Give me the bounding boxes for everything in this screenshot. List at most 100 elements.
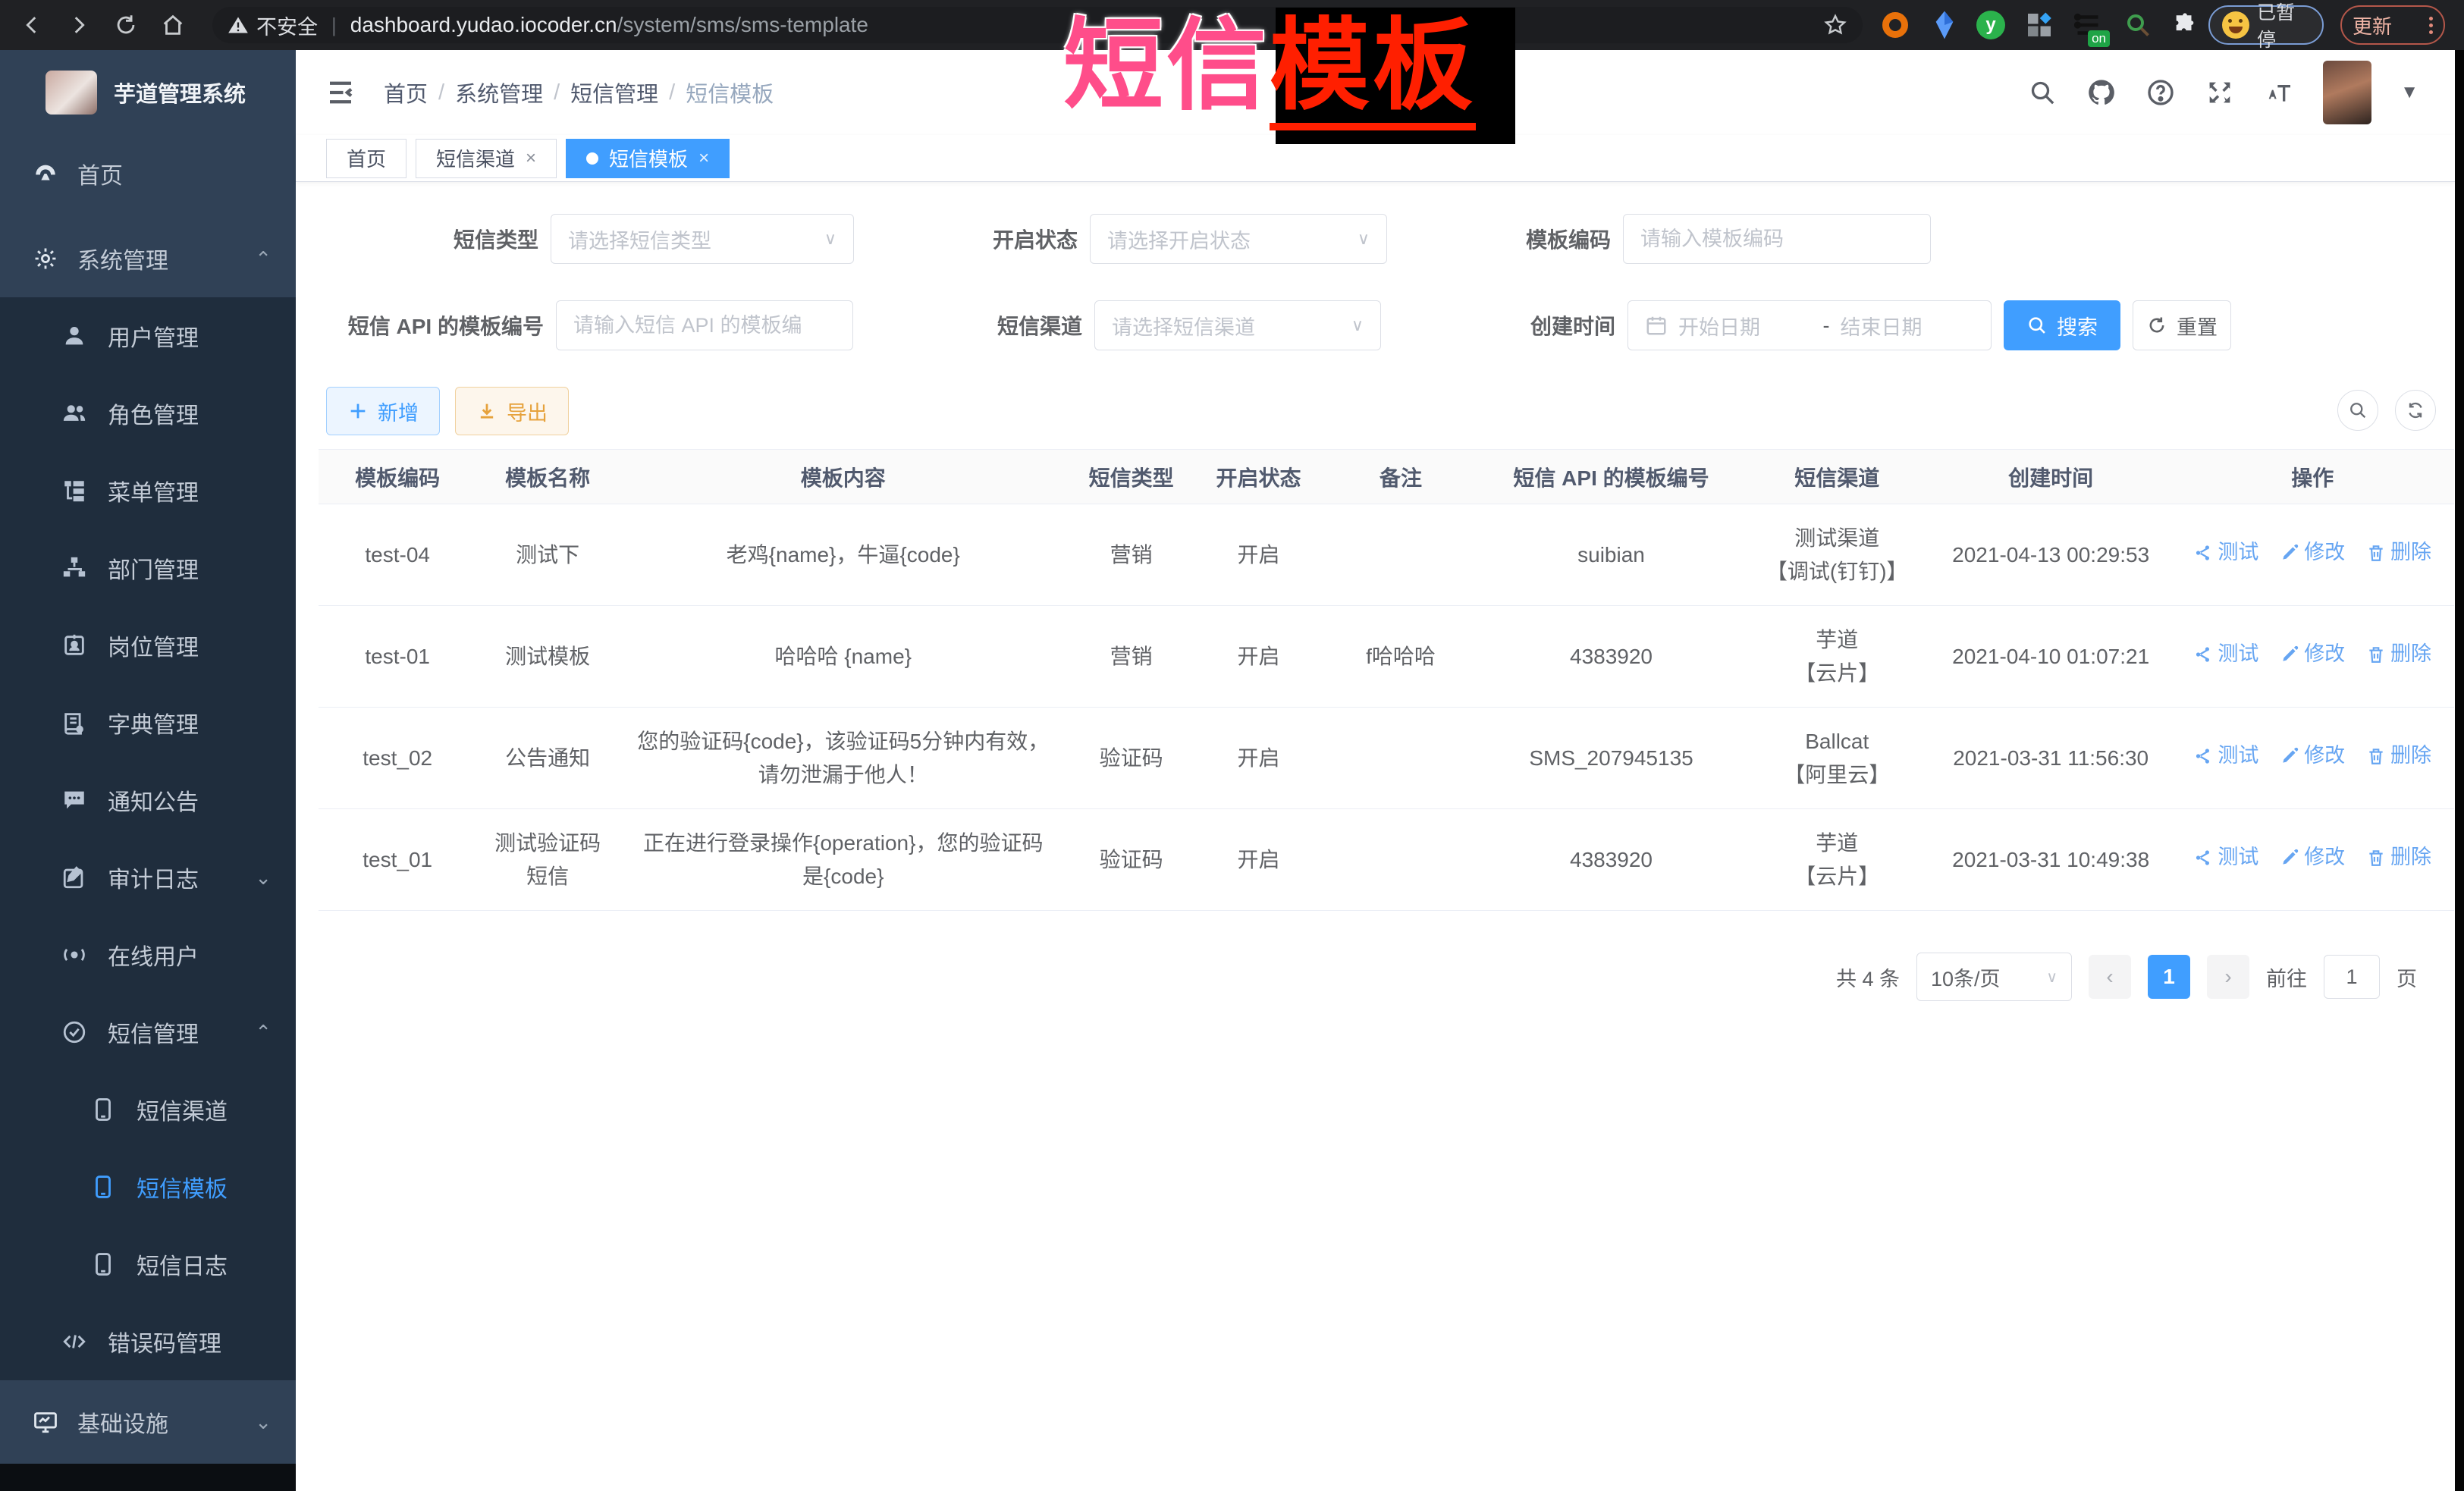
sidebar-item-users[interactable]: 用户管理 (0, 297, 296, 375)
chevron-down-icon: ∨ (1358, 229, 1370, 249)
sidebar: 芋道管理系统 首页 系统管理 ⌃ 用户管理 角色管理 菜单管理 部门管理 岗位管… (0, 50, 296, 1491)
sidebar-item-menus[interactable]: 菜单管理 (0, 452, 296, 529)
security-label: 不安全 (256, 11, 318, 40)
search-icon (2347, 400, 2368, 421)
sidebar-item-online-users[interactable]: 在线用户 (0, 916, 296, 993)
prev-page-button[interactable]: ‹ (2089, 955, 2131, 999)
date-range-picker[interactable]: 开始日期 - 结束日期 (1627, 300, 1992, 350)
dashboard-icon (32, 160, 59, 187)
delete-link[interactable]: 删除 (2366, 842, 2431, 874)
edit-link[interactable]: 修改 (2280, 537, 2345, 569)
sidebar-item-infrastructure[interactable]: 基础设施 ⌄ (0, 1380, 296, 1464)
sidebar-item-sms[interactable]: 短信管理 ⌃ (0, 993, 296, 1071)
reload-icon[interactable] (111, 10, 141, 40)
online-users-icon (61, 941, 88, 968)
search-button[interactable]: 搜索 (2004, 300, 2120, 350)
extension-icon-tabs[interactable]: on (2072, 9, 2104, 41)
page-unit-label: 页 (2397, 962, 2417, 992)
export-button[interactable]: 导出 (455, 387, 569, 435)
test-link[interactable]: 测试 (2193, 740, 2258, 772)
github-icon[interactable] (2086, 77, 2117, 108)
close-icon[interactable]: × (526, 148, 536, 169)
bookmark-star-icon[interactable] (1823, 13, 1847, 37)
chevron-down-icon[interactable]: ▼ (2400, 82, 2418, 103)
browser-profile-chip[interactable]: 已暂停 (2208, 5, 2324, 45)
refresh-table-button[interactable] (2395, 390, 2436, 431)
search-toggle-button[interactable] (2337, 390, 2378, 431)
collapse-sidebar-button[interactable] (325, 77, 356, 108)
close-icon[interactable]: × (698, 148, 709, 169)
tab-sms-template[interactable]: 短信模板 × (566, 139, 730, 178)
help-icon[interactable] (2145, 77, 2176, 108)
chevron-down-icon: ∨ (1351, 315, 1364, 335)
test-link[interactable]: 测试 (2193, 639, 2258, 670)
chevron-down-icon: ⌄ (255, 866, 272, 890)
goto-page-input[interactable] (2324, 955, 2380, 999)
next-page-button[interactable]: › (2207, 955, 2249, 999)
trash-icon (2366, 543, 2386, 563)
home-icon[interactable] (158, 10, 188, 40)
breadcrumb-sms[interactable]: 短信管理 (570, 77, 658, 108)
fullscreen-icon[interactable] (2205, 77, 2235, 108)
api-template-id-input[interactable] (556, 300, 853, 350)
tab-home[interactable]: 首页 (326, 139, 406, 178)
audit-log-icon (61, 864, 88, 891)
extension-icon-grid[interactable] (2023, 9, 2055, 41)
back-icon[interactable] (17, 10, 47, 40)
edit-icon (2280, 543, 2299, 563)
sidebar-item-sms-template[interactable]: 短信模板 (0, 1148, 296, 1226)
filter-api-template-id: 短信 API 的模板编号 (339, 300, 853, 350)
sidebar-item-departments[interactable]: 部门管理 (0, 529, 296, 607)
sidebar-item-dictionary[interactable]: 字典管理 (0, 684, 296, 761)
filter-sms-type: 短信类型 请选择短信类型 ∨ (440, 214, 854, 264)
template-code-input[interactable] (1623, 214, 1931, 264)
pagination: 共 4 条 10条/页 ∨ ‹ 1 › 前往 页 (1836, 953, 2417, 1001)
current-page-button[interactable]: 1 (2148, 955, 2190, 999)
chevron-down-icon: ∨ (824, 229, 837, 249)
sidebar-item-sms-channel[interactable]: 短信渠道 (0, 1071, 296, 1148)
breadcrumb-home[interactable]: 首页 (384, 77, 428, 108)
sms-type-select[interactable]: 请选择短信类型 ∨ (551, 214, 854, 264)
extension-icon-green-y[interactable]: y (1975, 9, 2007, 41)
sidebar-item-error-codes[interactable]: 错误码管理 (0, 1303, 296, 1380)
delete-link[interactable]: 删除 (2366, 537, 2431, 569)
filter-status: 开启状态 请选择开启状态 ∨ (979, 214, 1387, 264)
test-link[interactable]: 测试 (2193, 537, 2258, 569)
edit-link[interactable]: 修改 (2280, 639, 2345, 670)
edit-link[interactable]: 修改 (2280, 842, 2345, 874)
sidebar-item-system[interactable]: 系统管理 ⌃ (0, 220, 296, 297)
user-avatar[interactable] (2323, 61, 2371, 124)
plus-icon (347, 400, 369, 422)
reset-button[interactable]: 重置 (2133, 300, 2231, 350)
shield-check-icon (61, 1019, 88, 1046)
extension-icon-orange[interactable] (1879, 9, 1911, 41)
address-bar[interactable]: 不安全 | dashboard.yudao.iocoder.cn/system/… (212, 7, 1863, 43)
sidebar-item-notices[interactable]: 通知公告 (0, 761, 296, 839)
test-link[interactable]: 测试 (2193, 842, 2258, 874)
sidebar-item-sms-log[interactable]: 短信日志 (0, 1226, 296, 1303)
add-button[interactable]: 新增 (326, 387, 440, 435)
extension-icon-magnifier[interactable] (2122, 9, 2154, 41)
channel-select[interactable]: 请选择短信渠道 ∨ (1094, 300, 1381, 350)
code-icon (61, 1328, 88, 1355)
sidebar-item-audit-log[interactable]: 审计日志 ⌄ (0, 839, 296, 916)
breadcrumb-system[interactable]: 系统管理 (455, 77, 543, 108)
forward-icon[interactable] (64, 10, 94, 40)
gear-icon (32, 245, 59, 272)
status-select[interactable]: 请选择开启状态 ∨ (1090, 214, 1387, 264)
sidebar-item-posts[interactable]: 岗位管理 (0, 607, 296, 684)
delete-link[interactable]: 删除 (2366, 740, 2431, 772)
edit-link[interactable]: 修改 (2280, 740, 2345, 772)
delete-link[interactable]: 删除 (2366, 639, 2431, 670)
sidebar-item-roles[interactable]: 角色管理 (0, 375, 296, 452)
search-icon[interactable] (2027, 77, 2058, 108)
page-size-select[interactable]: 10条/页 ∨ (1916, 953, 2072, 1001)
sidebar-item-home[interactable]: 首页 (0, 135, 296, 212)
font-size-icon[interactable] (2264, 77, 2294, 108)
phone-icon (89, 1096, 117, 1123)
phone-icon (89, 1251, 117, 1278)
extensions-puzzle-icon[interactable] (2169, 9, 2201, 41)
browser-update-button[interactable]: 更新 (2340, 5, 2445, 45)
tab-sms-channel[interactable]: 短信渠道 × (416, 139, 557, 178)
extension-icon-pin[interactable] (1929, 9, 1960, 41)
